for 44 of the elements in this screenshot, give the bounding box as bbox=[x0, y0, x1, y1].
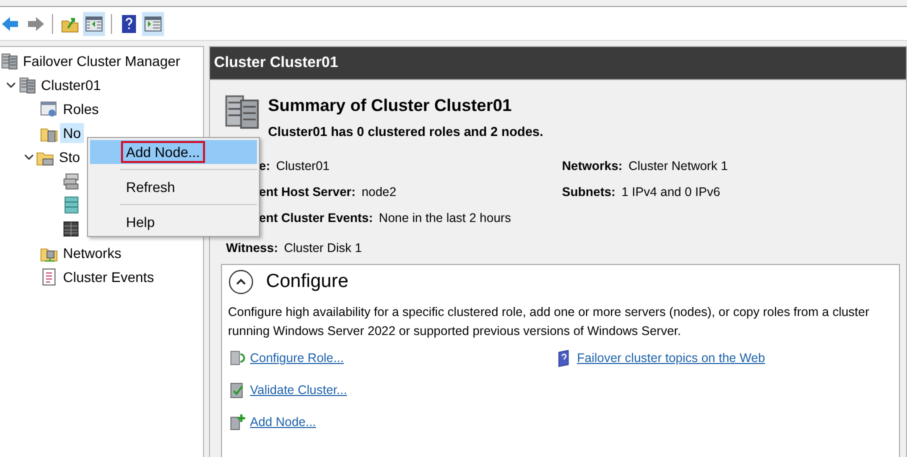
field-label: e: bbox=[259, 159, 270, 173]
summary-subtitle: Cluster01 has 0 clustered roles and 2 nodes. bbox=[268, 124, 544, 139]
summary-title: Summary of Cluster Cluster01 bbox=[268, 96, 513, 116]
tree-item[interactable]: Failover Cluster Manager bbox=[20, 51, 184, 71]
chevron-up-icon bbox=[228, 269, 254, 295]
menu-item[interactable]: Help bbox=[90, 210, 257, 234]
grid-box-icon bbox=[62, 220, 80, 238]
field-value: node2 bbox=[362, 185, 396, 199]
field-value: Cluster01 bbox=[276, 159, 330, 173]
toolbar-button[interactable] bbox=[142, 12, 164, 36]
stack-icon bbox=[62, 196, 80, 214]
field-label: Subnets: bbox=[562, 185, 616, 199]
task-link[interactable]: Configure Role... bbox=[250, 351, 344, 365]
section-title: Configure bbox=[266, 271, 348, 293]
tree-item[interactable]: Roles bbox=[60, 99, 102, 119]
field-value: Cluster Network 1 bbox=[628, 159, 728, 173]
tree-item[interactable]: Sto bbox=[56, 147, 84, 167]
field-label: Networks: bbox=[562, 159, 622, 173]
field-label: ent Cluster Events: bbox=[259, 211, 373, 225]
drives-icon bbox=[62, 172, 80, 190]
section-description: Configure high availability for a specific clustered role, add one or more servers (nodes), or copy roles from a cluster running Windows Server 2022 or supported previous versions of Windows Server. bbox=[228, 304, 870, 340]
field-value: 1 IPv4 and 0 IPv6 bbox=[621, 185, 720, 199]
panel-title: Cluster Cluster01 bbox=[210, 47, 906, 80]
pane-icon bbox=[143, 14, 163, 34]
field-value: None in the last 2 hours bbox=[378, 211, 511, 225]
server-plus-icon bbox=[228, 412, 247, 432]
event-log-icon bbox=[40, 268, 58, 286]
tree-item[interactable]: Cluster01 bbox=[38, 75, 104, 95]
pane-icon bbox=[84, 14, 104, 34]
collapse-toggle[interactable] bbox=[228, 269, 254, 295]
menu-item[interactable]: Add Node... bbox=[90, 140, 257, 164]
task-link[interactable]: Add Node... bbox=[250, 415, 316, 429]
help-icon bbox=[119, 14, 139, 34]
task-link[interactable]: Validate Cluster... bbox=[250, 383, 348, 397]
field-value: Cluster Disk 1 bbox=[284, 241, 362, 255]
cluster-servers-icon bbox=[18, 76, 36, 94]
field-label: ent Host Server: bbox=[259, 185, 356, 199]
field-label: Witness: bbox=[226, 241, 278, 255]
toolbar-button[interactable] bbox=[83, 12, 105, 36]
tree-item[interactable]: Cluster Events bbox=[60, 267, 158, 287]
tree-item[interactable]: No bbox=[60, 123, 84, 143]
task-link[interactable]: Failover cluster topics on the Web bbox=[577, 351, 766, 365]
tree-item[interactable]: Networks bbox=[60, 243, 124, 263]
menu-item[interactable]: Refresh bbox=[90, 175, 257, 199]
